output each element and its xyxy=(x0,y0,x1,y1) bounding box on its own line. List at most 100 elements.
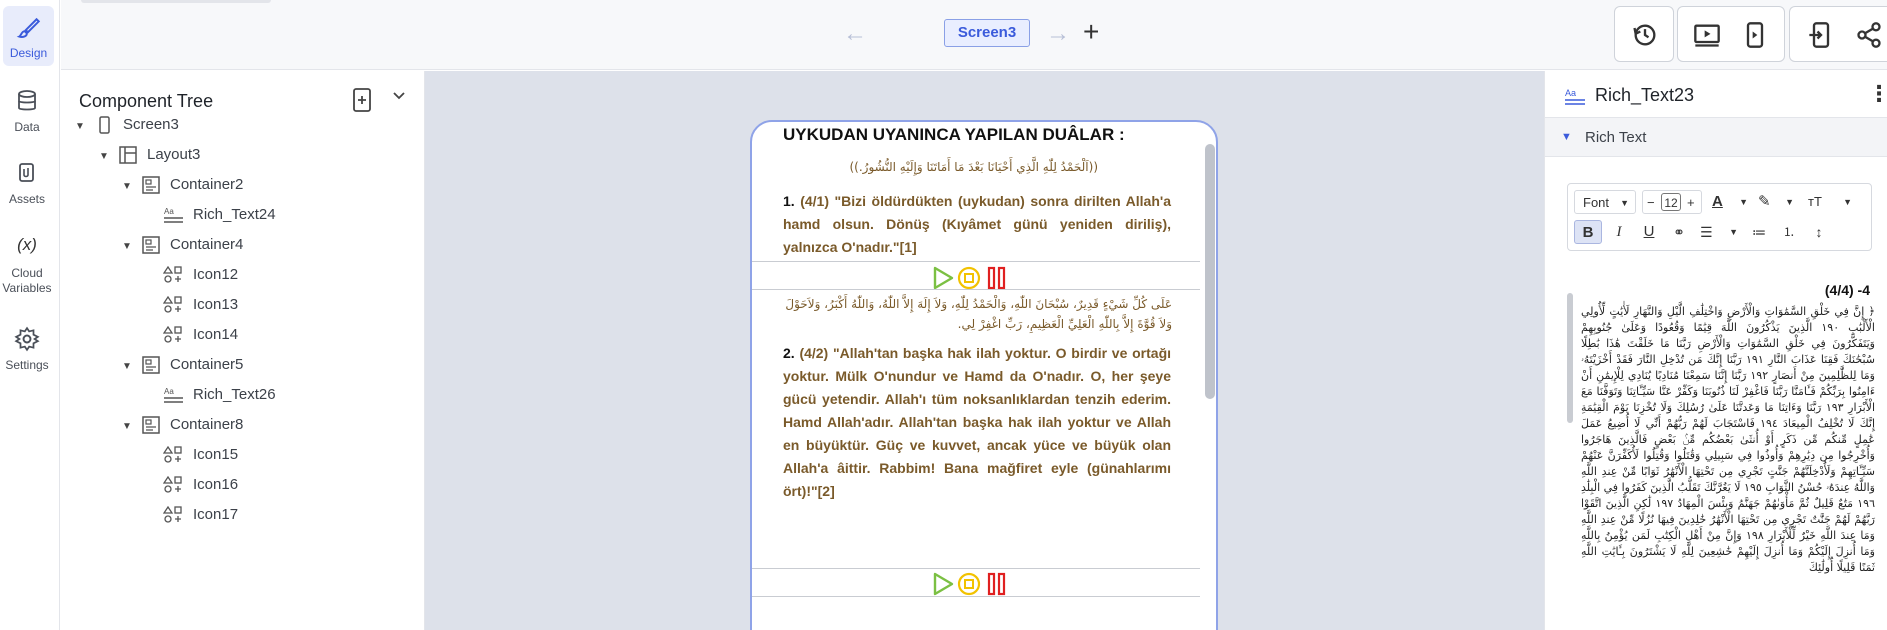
tree-row-label: Icon15 xyxy=(193,446,239,463)
export-device-icon[interactable] xyxy=(1806,21,1836,49)
tree-row-label: Container8 xyxy=(170,416,244,433)
component-tree-panel: Component Tree ▼ Screen3 ▼ Layout3 ▼ Containe… xyxy=(61,71,425,630)
tree-row-icon15[interactable]: Icon15 xyxy=(61,440,424,470)
caret-down-icon[interactable]: ▼ xyxy=(122,352,140,382)
font-select[interactable]: Font ▼ xyxy=(1574,190,1636,214)
dua2-text-block[interactable]: 2. (4/2) "Allah'tan başka hak ilah yoktu… xyxy=(783,342,1171,503)
container-icon xyxy=(142,416,160,434)
highlight-color-button[interactable]: ✎ ▼ xyxy=(1754,190,1796,214)
tree-row-label: Icon16 xyxy=(193,476,239,493)
tree-row-container2[interactable]: ▼ Container2 xyxy=(61,170,424,200)
pause-icon[interactable] xyxy=(986,266,1008,290)
rail-assets-label: Assets xyxy=(8,192,45,206)
link-icon[interactable]: ⚭ xyxy=(1666,220,1692,244)
forward-arrow-icon[interactable]: → xyxy=(1046,20,1070,48)
line-height-icon[interactable]: ↕ xyxy=(1806,220,1832,244)
tree-row-icon12[interactable]: Icon12 xyxy=(61,260,424,290)
phone-scrollbar[interactable] xyxy=(1205,144,1215,399)
component-name[interactable]: Rich_Text23 xyxy=(1595,85,1694,106)
bullet-list-icon[interactable]: ≔ xyxy=(1746,220,1772,244)
align-icon: ☰ xyxy=(1700,224,1713,240)
properties-panel: Aa Rich_Text23 ⋮ ▼ Rich Text Font ▼ − 12… xyxy=(1544,71,1887,630)
align-button[interactable]: ☰ ▼ xyxy=(1696,220,1740,244)
tree-row-label: Container5 xyxy=(170,356,244,373)
component-tree-title: Component Tree xyxy=(79,91,214,111)
increase-font-button[interactable]: + xyxy=(1687,191,1695,215)
more-options-icon[interactable]: ⋮ xyxy=(1868,81,1887,107)
screen-selector[interactable]: Screen3 xyxy=(944,19,1030,47)
richtext-icon: Aa xyxy=(1565,88,1585,105)
tree-row-label: Layout3 xyxy=(147,146,201,163)
history-icon[interactable] xyxy=(1630,21,1660,49)
section-label: Rich Text xyxy=(1585,129,1647,146)
rail-cloud-variables[interactable]: (x) Cloud Variables xyxy=(0,232,54,296)
phone-frame: UYKUDAN UYANINCA YAPILAN DUÂLAR : ((اَلْ… xyxy=(750,120,1218,630)
rich-text-editor[interactable]: (4/4) -4 ﴿ إِنَّ فِي خَلْقِ السَّمَٰوَات… xyxy=(1567,257,1887,630)
assets-icon xyxy=(19,163,34,182)
preview-play-icon[interactable] xyxy=(1692,21,1722,49)
tree-row-rich-text24[interactable]: Aa Rich_Text24 xyxy=(61,200,424,230)
database-icon xyxy=(18,90,36,111)
text-color-icon: A xyxy=(1712,193,1723,210)
tree-row-label: Container4 xyxy=(170,236,244,253)
text-size-button[interactable]: тT ▼ xyxy=(1804,190,1854,214)
shapes-icon xyxy=(163,296,182,313)
editor-scrollbar[interactable] xyxy=(1567,293,1573,423)
container-icon xyxy=(142,356,160,374)
bold-button[interactable]: B xyxy=(1574,220,1602,244)
caret-down-icon[interactable]: ▼ xyxy=(75,112,93,142)
preview-group xyxy=(1677,6,1785,62)
share-icon[interactable] xyxy=(1854,21,1884,49)
caret-down-icon[interactable]: ▼ xyxy=(99,142,117,172)
dua2-translation: (4/2) "Allah'tan başka hak ilah yoktur. … xyxy=(783,345,1172,499)
dua1-translation: (4/1) "Bizi öldürdükten (uykudan) sonra … xyxy=(783,193,1171,255)
rail-data[interactable]: Data xyxy=(0,88,54,135)
font-size-value[interactable]: 12 xyxy=(1661,193,1681,211)
dua1-text-block[interactable]: 1. (4/1) "Bizi öldürdükten (uykudan) son… xyxy=(783,190,1171,259)
text-color-button[interactable]: A ▼ xyxy=(1708,190,1750,214)
tree-row-rich-text26[interactable]: Aa Rich_Text26 xyxy=(61,380,424,410)
font-size-stepper: − 12 + xyxy=(1642,190,1702,214)
tree-row-icon16[interactable]: Icon16 xyxy=(61,470,424,500)
tree-row-layout3[interactable]: ▼ Layout3 xyxy=(61,140,424,170)
pause-icon[interactable] xyxy=(986,572,1008,596)
svg-text:Aa: Aa xyxy=(164,387,174,396)
tree-row-container5[interactable]: ▼ Container5 xyxy=(61,350,424,380)
rich-text-section-header[interactable]: ▼ Rich Text xyxy=(1545,117,1887,157)
chevron-down-icon[interactable] xyxy=(392,89,406,103)
caret-down-icon[interactable]: ▼ xyxy=(122,412,140,442)
tree-row-label: Icon14 xyxy=(193,326,239,343)
tree-row-label: Icon17 xyxy=(193,506,239,523)
chevron-down-icon: ▼ xyxy=(1620,198,1629,208)
text-size-icon: тT xyxy=(1808,194,1822,209)
tree-row-icon13[interactable]: Icon13 xyxy=(61,290,424,320)
stop-icon[interactable] xyxy=(957,572,981,596)
rail-assets[interactable]: Assets xyxy=(0,160,54,207)
caret-down-icon[interactable]: ▼ xyxy=(122,172,140,202)
dua2-number: 2. xyxy=(783,345,795,361)
triangle-down-icon: ▼ xyxy=(1561,131,1572,143)
play-icon[interactable] xyxy=(932,266,954,290)
tree-row-label: Icon12 xyxy=(193,266,239,283)
stop-icon[interactable] xyxy=(957,266,981,290)
rail-settings[interactable]: Settings xyxy=(0,326,54,373)
numbered-list-icon[interactable]: ⒈ xyxy=(1776,220,1802,244)
gear-icon xyxy=(14,326,40,352)
history-group xyxy=(1614,6,1674,62)
italic-button[interactable]: I xyxy=(1606,220,1632,244)
shapes-icon xyxy=(163,266,182,283)
back-arrow-icon[interactable]: ← xyxy=(843,20,867,48)
tree-row-container4[interactable]: ▼ Container4 xyxy=(61,230,424,260)
editor-body: ﴿ إِنَّ فِي خَلْقِ السَّمَٰوَاتِ وَالْأَ… xyxy=(1581,305,1876,574)
caret-down-icon[interactable]: ▼ xyxy=(122,232,140,262)
add-screen-button[interactable]: + xyxy=(1083,16,1099,48)
tree-row-icon14[interactable]: Icon14 xyxy=(61,320,424,350)
device-preview-icon[interactable] xyxy=(1740,21,1770,49)
tree-row-icon17[interactable]: Icon17 xyxy=(61,500,424,530)
play-icon[interactable] xyxy=(932,572,954,596)
rail-design[interactable]: Design xyxy=(3,6,54,66)
tree-row-screen3[interactable]: ▼ Screen3 xyxy=(61,110,424,140)
decrease-font-button[interactable]: − xyxy=(1647,191,1655,215)
tree-row-container8[interactable]: ▼ Container8 xyxy=(61,410,424,440)
underline-button[interactable]: U xyxy=(1636,220,1662,244)
